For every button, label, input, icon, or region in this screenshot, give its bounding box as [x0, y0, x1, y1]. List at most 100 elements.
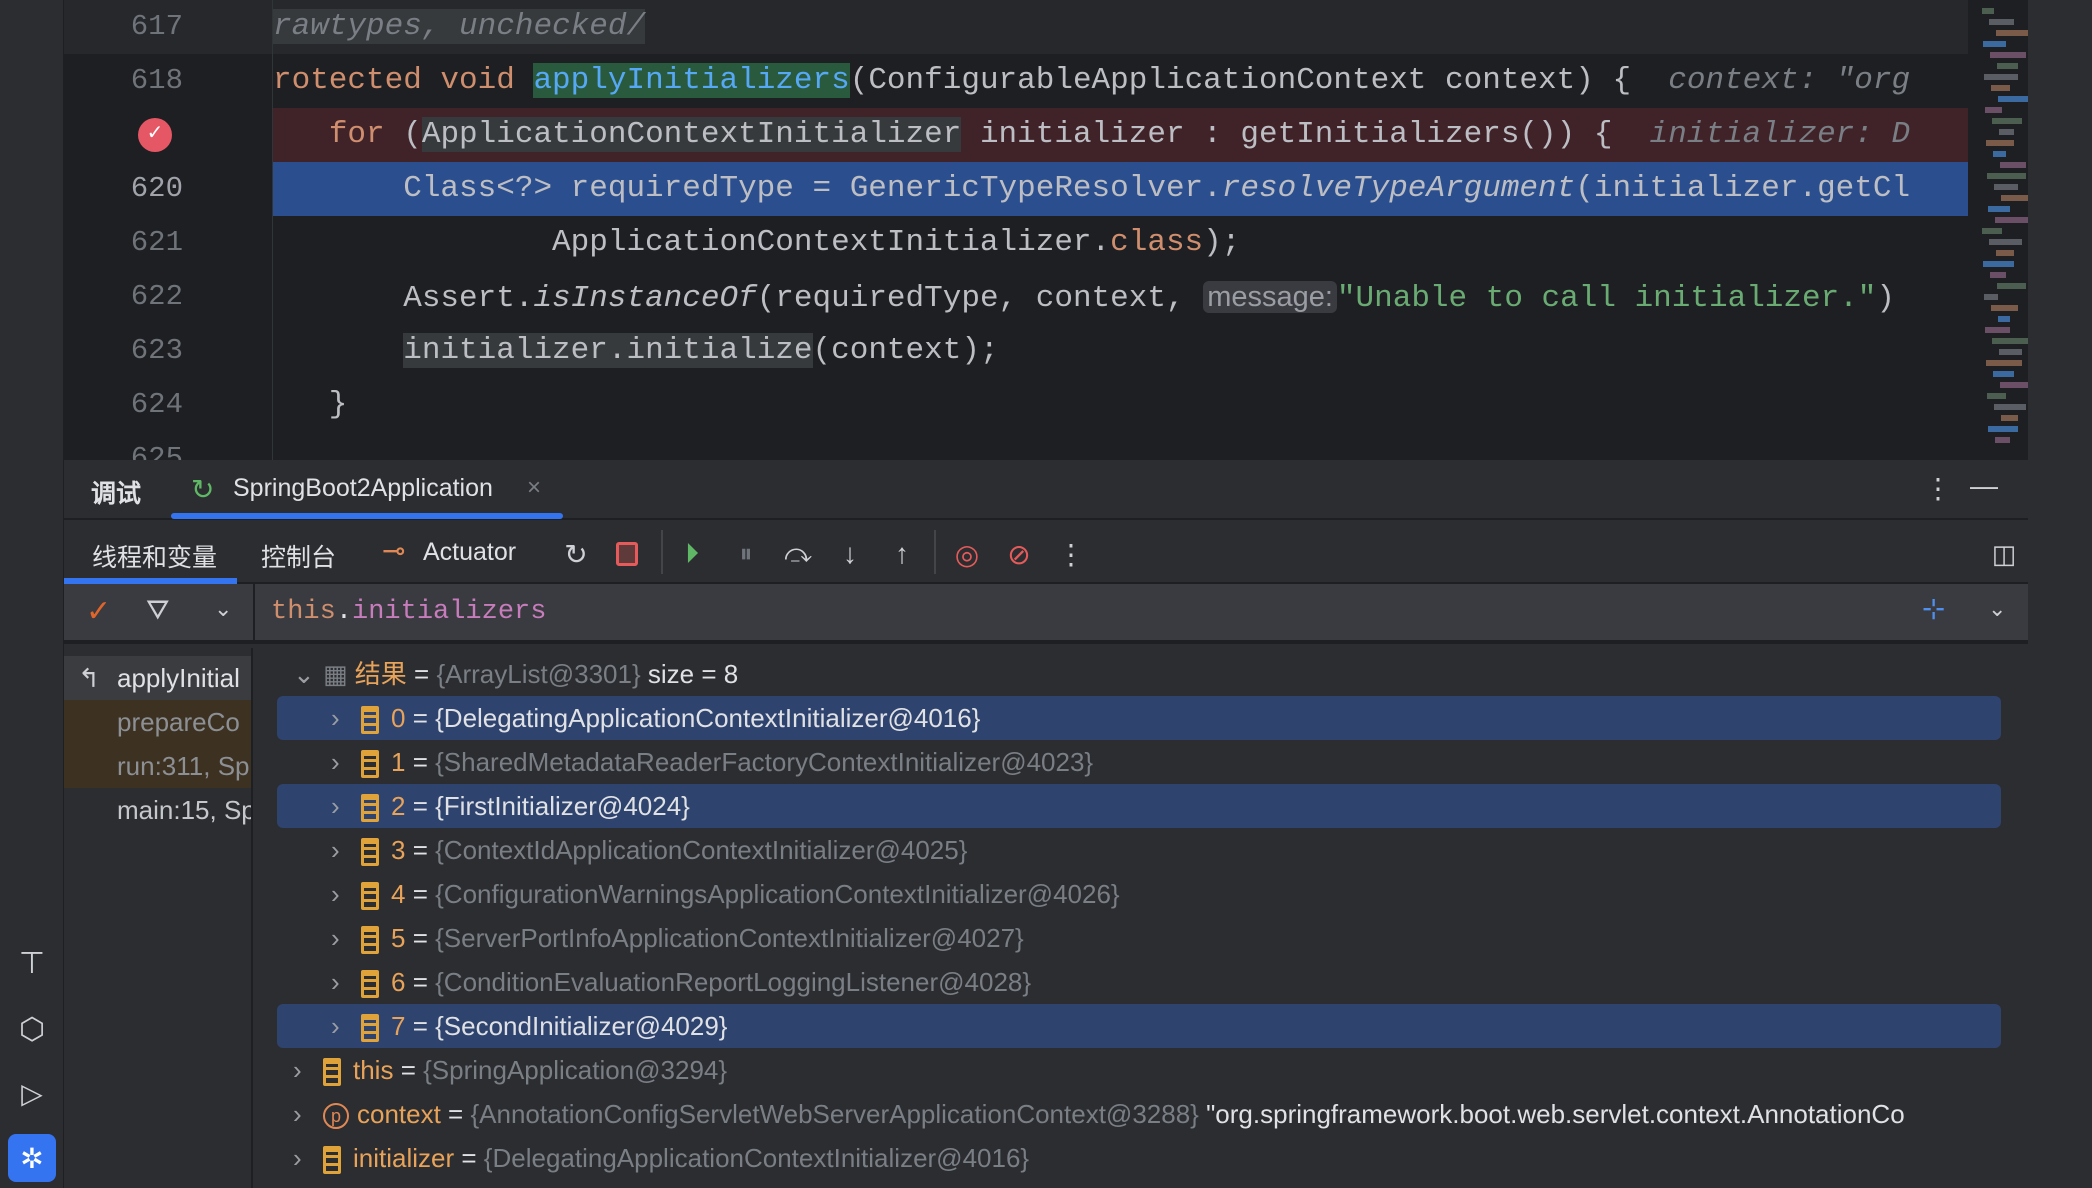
var-name: context	[357, 1099, 441, 1129]
code-line[interactable]: initializer.initialize(context);	[273, 324, 1968, 378]
field-icon	[361, 706, 379, 735]
tab-label: 线程和变量	[92, 544, 218, 572]
pause-icon[interactable]: ⏸	[726, 534, 766, 574]
item-value: {DelegatingApplicationContextInitializer…	[435, 703, 981, 733]
equals: =	[405, 879, 436, 909]
code-token: initializer: D	[1649, 117, 1911, 152]
code-line[interactable]: rawtypes, unchecked/	[273, 0, 1968, 54]
minimap-mark	[1988, 206, 2010, 212]
left-tool-strip: ⊤ ⬡ ▷ ✲	[0, 0, 64, 1188]
line-number[interactable]: 623	[64, 324, 273, 378]
expand-chevron-icon[interactable]: ›	[331, 872, 361, 916]
error-stripe-minimap[interactable]	[1968, 0, 2038, 460]
rerun-icon[interactable]: ↻	[556, 534, 596, 574]
stack-frame[interactable]: prepareCo	[64, 700, 251, 744]
expand-chevron-icon[interactable]: ›	[293, 1048, 323, 1092]
minimize-icon[interactable]: —	[1970, 470, 1998, 502]
tree-row[interactable]: › 4 = {ConfigurationWarningsApplicationCo…	[277, 872, 2028, 916]
step-out-icon[interactable]: ↑	[882, 534, 922, 574]
tab-threads-variables[interactable]: 线程和变量	[64, 522, 237, 584]
code-editor[interactable]: 617 rawtypes, unchecked/618 rotected void …	[64, 0, 2028, 460]
code-line[interactable]: ApplicationContextInitializer.class);	[273, 216, 1968, 270]
line-number[interactable]: 620	[64, 162, 273, 216]
expression-input[interactable]: this.initializers	[271, 584, 546, 640]
code-token: resolveTypeArgument	[1221, 171, 1576, 206]
equals: =	[405, 1011, 436, 1041]
resume-icon[interactable]: ⏵	[672, 534, 712, 574]
stack-frame[interactable]: run:311, Sp	[64, 744, 251, 788]
item-index: 6	[391, 967, 406, 997]
expand-chevron-icon[interactable]: ⌄	[1988, 596, 2006, 622]
field-icon	[361, 926, 379, 955]
expand-chevron-icon[interactable]: ›	[331, 740, 361, 784]
expand-chevron-icon[interactable]: ›	[293, 1092, 323, 1136]
debug-bug-icon[interactable]: ✲	[8, 1134, 56, 1182]
step-over-icon[interactable]: ⤼	[778, 534, 818, 574]
tree-row[interactable]: › 6 = {ConditionEvaluationReportLoggingLi…	[277, 960, 2028, 1004]
stack-frame[interactable]: main:15, Sp	[64, 788, 251, 832]
close-tab-icon[interactable]: ×	[527, 474, 541, 502]
line-number[interactable]: 625	[64, 432, 273, 460]
view-breakpoints-icon[interactable]: ◎	[947, 534, 987, 574]
frame-label: applyInitial	[117, 663, 240, 693]
chevron-down-icon[interactable]: ⌄	[214, 596, 232, 622]
frames-list: ↰ applyInitial prepareCo run:311, Sp main:15…	[64, 648, 253, 1188]
tree-row[interactable]: › 3 = {ContextIdApplicationContextInitial…	[277, 828, 2028, 872]
step-into-icon[interactable]: ↓	[830, 534, 870, 574]
code-line[interactable]: Class<?> requiredType = GenericTypeResol…	[273, 162, 1968, 216]
debug-tool-window: 调试 ↻ SpringBoot2Application × ⋮ — 线程和变量 …	[64, 460, 2028, 1188]
tree-row[interactable]: › 1 = {SharedMetadataReaderFactoryContext…	[277, 740, 2028, 784]
minimap-mark	[1993, 371, 2014, 377]
more-icon[interactable]: ⋮	[1051, 534, 1091, 574]
stack-frame[interactable]: ↰ applyInitial	[64, 656, 251, 700]
checkmark-icon[interactable]: ✓	[86, 594, 111, 629]
expand-chevron-icon[interactable]: ›	[331, 1004, 361, 1048]
tree-row[interactable]: › initializer = {DelegatingApplicationCon…	[277, 1136, 2028, 1180]
collapse-chevron-icon[interactable]: ⌄	[293, 652, 323, 696]
line-number[interactable]: 621	[64, 216, 273, 270]
code-line[interactable]: rotected void applyInitializers(Configur…	[273, 54, 1968, 108]
tab-springboot2application[interactable]: ↻ SpringBoot2Application ×	[171, 460, 563, 520]
code-token: for	[328, 117, 385, 152]
expand-chevron-icon[interactable]: ›	[331, 916, 361, 960]
tab-console[interactable]: 控制台	[261, 538, 336, 574]
minimap-mark	[1995, 437, 2010, 443]
tab-actuator[interactable]: Actuator	[423, 538, 516, 567]
tree-row[interactable]: › 7 = {SecondInitializer@4029}	[277, 1004, 2001, 1048]
var-name: initializer	[353, 1143, 455, 1173]
code-line[interactable]: }	[273, 378, 1968, 432]
mute-breakpoints-icon[interactable]: ⊘	[999, 534, 1039, 574]
run-icon[interactable]: ▷	[12, 1073, 52, 1113]
expand-chevron-icon[interactable]: ›	[331, 696, 361, 740]
expand-chevron-icon[interactable]: ›	[331, 960, 361, 1004]
var-value: {SpringApplication@3294}	[423, 1055, 728, 1085]
line-number[interactable]: 617	[64, 0, 273, 54]
tree-row[interactable]: › p context = {AnnotationConfigServletWebS…	[277, 1092, 2028, 1136]
line-number[interactable]: 622	[64, 270, 273, 324]
code-token: applyInitializers	[533, 63, 850, 98]
tree-row[interactable]: › this = {SpringApplication@3294}	[277, 1048, 2028, 1092]
tree-row[interactable]: › 0 = {DelegatingApplicationContextInitia…	[277, 696, 2001, 740]
add-watch-icon[interactable]: ⊹	[1922, 592, 1945, 625]
more-options-icon[interactable]: ⋮	[1924, 472, 1952, 505]
line-number[interactable]: 618	[64, 54, 273, 108]
stop-icon[interactable]	[607, 534, 647, 574]
layout-icon[interactable]: ◫	[1984, 534, 2024, 574]
code-line[interactable]: Assert.isInstanceOf(requiredType, contex…	[273, 270, 1968, 324]
minimap-mark	[1997, 63, 2018, 69]
filter-icon[interactable]: ⛛	[146, 594, 170, 627]
code-line[interactable]	[273, 432, 1968, 460]
line-number[interactable]: 624	[64, 378, 273, 432]
expand-chevron-icon[interactable]: ›	[331, 784, 361, 828]
tree-row[interactable]: ⌄ ▦ 结果 = {ArrayList@3301} size = 8	[277, 652, 2028, 696]
tree-row[interactable]: › 5 = {ServerPortInfoApplicationContextIn…	[277, 916, 2028, 960]
breakpoint-icon[interactable]: ✓	[138, 118, 172, 152]
code-line[interactable]: for (ApplicationContextInitializer initi…	[273, 108, 1968, 162]
minimap-mark	[1986, 360, 2022, 366]
tree-row[interactable]: › 2 = {FirstInitializer@4024}	[277, 784, 2001, 828]
expand-chevron-icon[interactable]: ›	[331, 828, 361, 872]
services-icon[interactable]: ⬡	[12, 1009, 52, 1049]
expand-chevron-icon[interactable]: ›	[293, 1136, 323, 1180]
build-hammer-icon[interactable]: ⊤	[12, 943, 52, 983]
